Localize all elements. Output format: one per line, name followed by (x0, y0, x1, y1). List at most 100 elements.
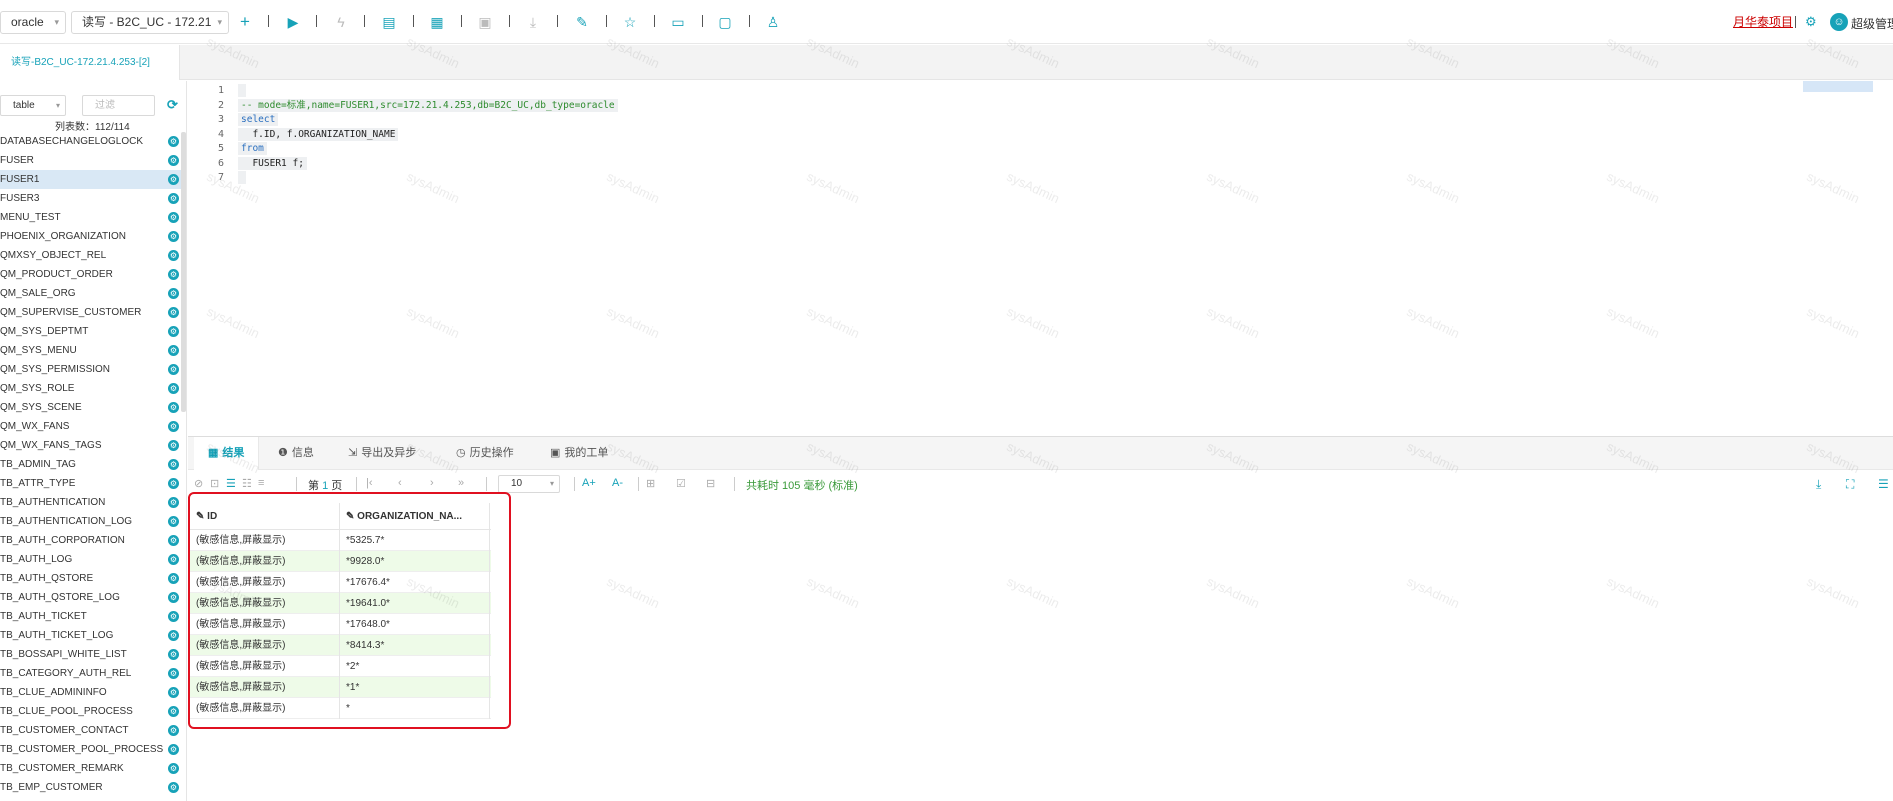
tab-info[interactable]: ❶ 信息 (264, 437, 328, 470)
gear-icon[interactable]: ⚙ (168, 497, 179, 508)
export-download-icon[interactable]: ⤓ (1816, 477, 1821, 492)
font-decrease-icon[interactable]: A- (612, 477, 623, 489)
table-list-item[interactable]: TB_AUTH_TICKET_LOG ⚙ (0, 626, 186, 645)
table-list-item[interactable]: TB_AUTH_QSTORE_LOG ⚙ (0, 588, 186, 607)
gear-icon[interactable]: ⚙ (168, 193, 179, 204)
sql-editor[interactable]: 1 2 3 4 5 6 7 -- mode=标准,name=FUSER1,src=172.2… (188, 81, 1893, 436)
gear-icon[interactable]: ⚙ (168, 212, 179, 223)
format-icon[interactable]: ▤ (380, 13, 398, 31)
folder-icon[interactable]: ▭ (669, 13, 687, 31)
tab-active-connection[interactable]: 读写-B2C_UC-172.21.4.253-[2] (0, 45, 180, 80)
table-list-item[interactable]: DATABASECHANGELOGLOCK ⚙ (0, 132, 186, 151)
grid-toggle-icon[interactable]: ⊟ (706, 477, 715, 490)
gear-icon[interactable]: ⚙ (168, 231, 179, 242)
gear-icon[interactable]: ⚙ (168, 250, 179, 261)
gear-icon[interactable]: ⚙ (168, 706, 179, 717)
gear-icon[interactable]: ⚙ (168, 459, 179, 470)
run-icon[interactable]: ▶ (284, 13, 302, 31)
font-increase-icon[interactable]: A+ (582, 477, 596, 489)
table-list-item[interactable]: TB_CUSTOMER_CONTACT ⚙ (0, 721, 186, 740)
gear-icon[interactable]: ⚙ (168, 478, 179, 489)
tab-history[interactable]: ◷ 历史操作 (442, 437, 528, 470)
minimap[interactable] (1803, 81, 1873, 92)
table-list-item[interactable]: QM_SYS_SCENE ⚙ (0, 398, 186, 417)
gear-icon[interactable]: ⚙ (168, 269, 179, 280)
db-type-select[interactable]: oracle ▾ (0, 11, 66, 34)
gear-icon[interactable]: ⚙ (168, 288, 179, 299)
gear-icon[interactable]: ⚙ (168, 535, 179, 546)
table-list-item[interactable]: TB_AUTH_LOG ⚙ (0, 550, 186, 569)
check-circle-icon[interactable]: ⊘ (194, 477, 203, 490)
next-page-icon[interactable]: › (430, 477, 434, 489)
table-list-item[interactable]: QM_SYS_PERMISSION ⚙ (0, 360, 186, 379)
tab-results[interactable]: ▦ 结果 (194, 437, 260, 470)
connection-select[interactable]: 读写 - B2C_UC - 172.21 ▾ (71, 11, 229, 34)
table-list-item[interactable]: TB_BOSSAPI_WHITE_LIST ⚙ (0, 645, 186, 664)
table-list-item[interactable]: QM_WX_FANS_TAGS ⚙ (0, 436, 186, 455)
user-settings-icon[interactable]: ♙ (764, 13, 782, 31)
gear-icon[interactable]: ⚙ (168, 630, 179, 641)
table-list-item[interactable]: QMXSY_OBJECT_REL ⚙ (0, 246, 186, 265)
gear-icon[interactable]: ⚙ (168, 763, 179, 774)
gear-icon[interactable]: ⚙ (168, 573, 179, 584)
first-page-icon[interactable]: |‹ (366, 477, 373, 489)
table-list-item[interactable]: TB_AUTHENTICATION ⚙ (0, 493, 186, 512)
stop-icon[interactable]: ⊡ (210, 477, 219, 490)
table-list-item[interactable]: TB_CUSTOMER_REMARK ⚙ (0, 759, 186, 778)
magic-wand-icon[interactable]: ✎ (573, 13, 591, 31)
prev-page-icon[interactable]: ‹ (398, 477, 402, 489)
clipboard-icon[interactable]: ▣ (476, 13, 494, 31)
gear-icon[interactable]: ⚙ (168, 782, 179, 793)
table-list-item[interactable]: PHOENIX_ORGANIZATION ⚙ (0, 227, 186, 246)
table-list-item[interactable]: TB_EMP_CUSTOMER ⚙ (0, 778, 186, 797)
gear-icon[interactable]: ⚙ (168, 554, 179, 565)
star-icon[interactable]: ☆ (621, 13, 639, 31)
tab-tickets[interactable]: ▣ 我的工单 (536, 437, 622, 470)
gear-icon[interactable]: ⚙ (168, 345, 179, 356)
table-list-item[interactable]: QM_SUPERVISE_CUSTOMER ⚙ (0, 303, 186, 322)
gear-icon[interactable]: ⚙ (168, 649, 179, 660)
gear-icon[interactable]: ⚙ (168, 744, 179, 755)
refresh-icon[interactable]: ⟳ (167, 97, 178, 113)
table-list-item[interactable]: TB_ATTR_TYPE ⚙ (0, 474, 186, 493)
table-list-item[interactable]: TB_AUTH_TICKET ⚙ (0, 607, 186, 626)
align-icon[interactable]: ☰ (226, 477, 236, 490)
table-list-item[interactable]: TB_CLUE_ADMININFO ⚙ (0, 683, 186, 702)
gear-icon[interactable]: ⚙ (168, 421, 179, 432)
table-list-item[interactable]: QM_SALE_ORG ⚙ (0, 284, 186, 303)
tab-export[interactable]: ⇲ 导出及异步 (334, 437, 430, 470)
gear-icon[interactable]: ⚙ (168, 174, 179, 185)
fullscreen-icon[interactable]: ⛶ (1846, 477, 1854, 492)
download-icon[interactable]: ⤓ (524, 13, 542, 31)
last-page-icon[interactable]: » (458, 477, 464, 489)
table-list-item[interactable]: TB_AUTH_CORPORATION ⚙ (0, 531, 186, 550)
table-list-item[interactable]: TB_ADMIN_TAG ⚙ (0, 455, 186, 474)
table-list-item[interactable]: QM_WX_FANS ⚙ (0, 417, 186, 436)
lightning-icon[interactable]: ϟ (332, 13, 350, 31)
add-row-icon[interactable]: ⊞ (646, 477, 655, 490)
table-list-item[interactable]: TB_CLUE_POOL_PROCESS ⚙ (0, 702, 186, 721)
table-list-item[interactable]: QM_SYS_ROLE ⚙ (0, 379, 186, 398)
table-list-item[interactable]: QM_PRODUCT_ORDER ⚙ (0, 265, 186, 284)
page-size-select[interactable]: 10 ▾ (498, 475, 560, 493)
table-list-item[interactable]: TB_CATEGORY_AUTH_REL ⚙ (0, 664, 186, 683)
table-list-item[interactable]: TB_CUSTOMER_POOL_PROCESS ⚙ (0, 740, 186, 759)
gear-icon[interactable]: ⚙ (168, 440, 179, 451)
project-link[interactable]: 月华泰项目 (1733, 13, 1793, 30)
table-list-item[interactable]: FUSER3 ⚙ (0, 189, 186, 208)
object-type-select[interactable]: table ▾ (0, 95, 66, 116)
table-list-item[interactable]: QM_SYS_DEPTMT ⚙ (0, 322, 186, 341)
add-icon[interactable]: + (236, 13, 254, 31)
gear-icon[interactable]: ⚙ (168, 516, 179, 527)
calendar-icon[interactable]: ▦ (428, 13, 446, 31)
table-list-item[interactable]: FUSER1 ⚙ (0, 170, 186, 189)
gear-icon[interactable]: ⚙ (168, 592, 179, 603)
gear-icon[interactable]: ⚙ (168, 326, 179, 337)
gear-icon[interactable]: ⚙ (168, 155, 179, 166)
checkbox-icon[interactable]: ☑ (676, 477, 686, 490)
table-list-item[interactable]: TB_AUTH_QSTORE ⚙ (0, 569, 186, 588)
table-list-item[interactable]: FUSER ⚙ (0, 151, 186, 170)
gear-icon[interactable]: ⚙ (168, 364, 179, 375)
table-list-item[interactable]: MENU_TEST ⚙ (0, 208, 186, 227)
gear-icon[interactable]: ⚙ (168, 402, 179, 413)
